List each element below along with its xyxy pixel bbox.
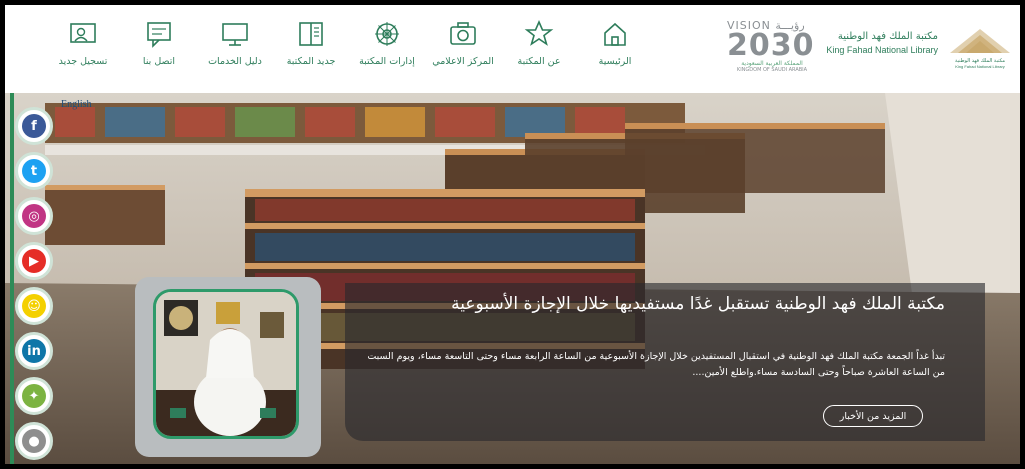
brand-name-ar: مكتبة الملك فهد الوطنية <box>837 31 938 42</box>
gear-icon <box>375 22 399 46</box>
book-icon <box>299 22 323 46</box>
social-snapchat-button[interactable]: ☺ <box>15 287 53 325</box>
message-icon <box>147 22 171 48</box>
nav-item-label: الرئيسية <box>598 56 632 67</box>
nav-item-label: إدارات المكتبة <box>359 56 415 67</box>
logo-text-en: King Fahad National Library <box>955 64 1005 69</box>
vision-2030-logo: VISION رؤيـــة 2030 المملكة العربية السع… <box>727 19 817 75</box>
social-apple-button[interactable]: ● <box>15 422 53 460</box>
camera-icon <box>450 22 476 45</box>
social-twitter-button[interactable]: t <box>15 152 53 190</box>
facebook-icon: f <box>22 114 46 138</box>
instagram-icon: ◎ <box>22 204 46 228</box>
accent-bar <box>10 93 14 464</box>
nav-item-label: اتصل بنا <box>142 56 176 67</box>
apple-icon: ● <box>22 429 46 453</box>
social-linkedin-button[interactable]: in <box>15 332 53 370</box>
news-excerpt: تبدأ غداً الجمعة مكتبة الملك فهد الوطنية… <box>367 351 945 378</box>
news-photo-card <box>135 277 321 457</box>
nav-item-label: جديد المكتبة <box>286 56 336 67</box>
star-icon <box>524 20 554 46</box>
official-portrait-image <box>156 292 296 436</box>
nav-item-gear[interactable]: إدارات المكتبة <box>349 19 425 79</box>
social-instagram-button[interactable]: ◎ <box>15 197 53 235</box>
social-youtube-button[interactable]: ▶ <box>15 242 53 280</box>
vision-year: 2030 <box>727 28 815 63</box>
vision-country-en: KINGDOM OF SAUDI ARABIA <box>736 67 808 73</box>
social-facebook-button[interactable]: f <box>15 107 53 145</box>
nav-item-label: تسجيل جديد <box>58 56 108 67</box>
page-frame: الرئيسية عن المكتبة المركز الاعلامي إدارات … <box>5 5 1020 464</box>
library-logo[interactable]: مكتبة الملك فهد الوطنية King Fahad Natio… <box>944 23 1016 71</box>
nav-item-camera[interactable]: المركز الاعلامي <box>425 19 501 79</box>
english-link[interactable]: English <box>61 99 92 110</box>
android-icon: ✦ <box>22 384 46 408</box>
linkedin-icon: in <box>22 339 46 363</box>
nav-item-star[interactable]: عن المكتبة <box>501 19 577 79</box>
news-panel: مكتبة الملك فهد الوطنية تستقبل غدًا مستف… <box>345 283 985 441</box>
nav-item-home[interactable]: الرئيسية <box>577 19 653 79</box>
site-header: الرئيسية عن المكتبة المركز الاعلامي إدارات … <box>5 5 1020 93</box>
twitter-icon: t <box>22 159 46 183</box>
social-links: f t ◎ ▶ ☺ in ✦ ● <box>15 107 53 460</box>
youtube-icon: ▶ <box>22 249 46 273</box>
hero-banner: English f t ◎ ▶ ☺ in ✦ ● مكتبة الملك فهد… <box>5 93 1020 464</box>
home-icon <box>604 22 626 46</box>
register-icon <box>70 23 96 43</box>
news-photo[interactable] <box>153 289 299 439</box>
nav-item-label: المركز الاعلامي <box>432 56 494 67</box>
nav-item-label: دليل الخدمات <box>208 56 262 67</box>
social-android-button[interactable]: ✦ <box>15 377 53 415</box>
nav-item-label: عن المكتبة <box>517 56 561 67</box>
main-nav: الرئيسية عن المكتبة المركز الاعلامي إدارات … <box>45 19 653 79</box>
nav-item-register[interactable]: تسجيل جديد <box>45 19 121 79</box>
nav-item-monitor[interactable]: دليل الخدمات <box>197 19 273 79</box>
monitor-icon <box>222 23 248 46</box>
nav-item-book[interactable]: جديد المكتبة <box>273 19 349 79</box>
brand-name-en: King Fahad National Library <box>826 45 938 55</box>
news-title[interactable]: مكتبة الملك فهد الوطنية تستقبل غدًا مستف… <box>385 293 945 315</box>
more-news-button[interactable]: المزيد من الأخبار <box>823 405 923 427</box>
snapchat-icon: ☺ <box>22 294 46 318</box>
library-brand[interactable]: مكتبة الملك فهد الوطنية King Fahad Natio… <box>826 31 938 55</box>
nav-item-message[interactable]: اتصل بنا <box>121 19 197 79</box>
